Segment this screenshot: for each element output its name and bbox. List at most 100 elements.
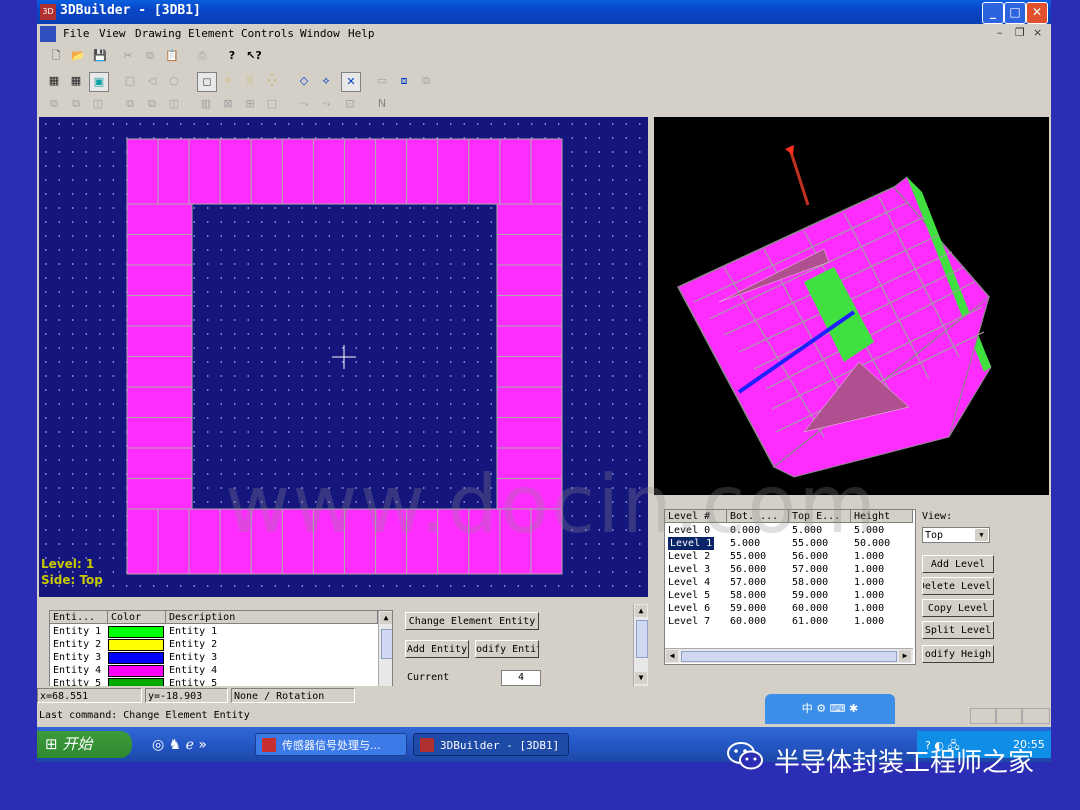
level-bottom[interactable]: 59.000 (730, 602, 766, 615)
top-row-tile[interactable] (188, 138, 221, 205)
copy-level-button[interactable]: Copy Level (922, 599, 994, 617)
panel-scrollbar[interactable]: ▲ ▼ (633, 604, 648, 686)
modify-height-button[interactable]: odify Heigh (922, 645, 994, 663)
level-top[interactable]: 57.000 (792, 563, 828, 576)
right-column-tile[interactable] (496, 417, 563, 449)
select-icon[interactable]: ◻ (197, 72, 217, 92)
save-icon[interactable]: 💾 (91, 47, 109, 65)
top-row-tile[interactable] (468, 138, 501, 205)
right-column-tile[interactable] (496, 234, 563, 266)
entity-color-swatch[interactable] (108, 652, 164, 664)
left-column-tile[interactable] (126, 203, 193, 235)
split-level-button[interactable]: Split Level (922, 621, 994, 639)
entity-header-name[interactable]: Enti... (50, 611, 108, 624)
add-entity-button[interactable]: Add Entity (405, 640, 469, 658)
level-name[interactable]: Level 7 (668, 615, 710, 628)
top-row-tile[interactable] (437, 138, 470, 205)
level-top[interactable]: 60.000 (792, 602, 828, 615)
panel-scroll-down-icon[interactable]: ▼ (635, 672, 647, 684)
rect-icon[interactable]: □ (121, 72, 139, 90)
level-top[interactable]: 59.000 (792, 589, 828, 602)
task-button-document[interactable]: 传感器信号处理与... (255, 733, 407, 756)
panel-scroll-up-icon[interactable]: ▲ (635, 605, 647, 617)
edit-j-icon[interactable]: ▢ (263, 95, 281, 113)
right-column-tile[interactable] (496, 295, 563, 327)
edit-f-icon[interactable]: ◫ (165, 95, 183, 113)
view-select[interactable]: Top ▼ (922, 527, 990, 543)
snap-icon[interactable]: ⁙ (241, 72, 259, 90)
entity-name[interactable]: Entity 1 (53, 625, 101, 638)
edit-k-icon[interactable]: ⤳ (295, 95, 313, 113)
entity-name[interactable]: Entity 4 (53, 664, 101, 677)
entity-color-swatch[interactable] (108, 665, 164, 677)
menu-file[interactable]: File (63, 27, 90, 40)
level-height[interactable]: 1.000 (854, 576, 884, 589)
level-bottom[interactable]: 58.000 (730, 589, 766, 602)
left-column-tile[interactable] (126, 234, 193, 266)
top-row-tile[interactable] (499, 138, 532, 205)
3d-view[interactable] (654, 117, 1049, 495)
cut-icon[interactable]: ✂ (119, 47, 137, 65)
edit-b-icon[interactable]: ⧉ (67, 95, 85, 113)
entity-header-description[interactable]: Description (166, 611, 378, 624)
paste-icon[interactable]: 📋 (163, 47, 181, 65)
cross-icon[interactable]: ✕ (341, 72, 361, 92)
right-column-tile[interactable] (496, 356, 563, 388)
edit-i-icon[interactable]: ⊞ (241, 95, 259, 113)
level-name[interactable]: Level 5 (668, 589, 710, 602)
level-top[interactable]: 61.000 (792, 615, 828, 628)
edit-m-icon[interactable]: ⊡ (341, 95, 359, 113)
scroll-left-icon[interactable]: ◀ (666, 650, 678, 662)
mdi-minimize-button[interactable]: – (997, 26, 1003, 39)
grid-icon[interactable]: ▦ (45, 72, 63, 90)
move-icon[interactable]: ◇ (295, 72, 313, 90)
doc-icon[interactable] (40, 26, 56, 42)
entity-description[interactable]: Entity 2 (169, 638, 217, 651)
scroll-right-icon[interactable]: ▶ (899, 650, 911, 662)
entity-description[interactable]: Entity 3 (169, 651, 217, 664)
entity-color-swatch[interactable] (108, 639, 164, 651)
mdi-close-button[interactable]: × (1033, 26, 1042, 39)
entity-description[interactable]: Entity 4 (169, 664, 217, 677)
circle-icon[interactable]: ○ (165, 72, 183, 90)
level-bottom[interactable]: 55.000 (730, 550, 766, 563)
top-row-tile[interactable] (375, 138, 408, 205)
entity-header-color[interactable]: Color (108, 611, 166, 624)
copy-icon[interactable]: ⧉ (141, 47, 159, 65)
open-icon[interactable]: 📂 (69, 47, 87, 65)
maximize-button[interactable]: □ (1004, 2, 1026, 24)
level-height[interactable]: 1.000 (854, 550, 884, 563)
point-icon[interactable]: ⁘ (219, 72, 237, 90)
scroll-up-icon[interactable]: ▲ (380, 612, 392, 624)
levels-hscrollbar[interactable]: ◀ ▶ (665, 648, 913, 663)
quick-launch-icons[interactable]: ◎ ♞ ℯ » (152, 737, 207, 753)
level-top[interactable]: 58.000 (792, 576, 828, 589)
bottom-row-tile[interactable] (188, 508, 221, 575)
levels-scroll-thumb[interactable] (681, 651, 897, 662)
edit-d-icon[interactable]: ⧉ (121, 95, 139, 113)
right-column-tile[interactable] (496, 203, 563, 235)
level-name[interactable]: Level 4 (668, 576, 710, 589)
level-name[interactable]: Level 6 (668, 602, 710, 615)
menu-drawing[interactable]: Drawing (135, 27, 181, 40)
entity-color-swatch[interactable] (108, 626, 164, 638)
left-column-tile[interactable] (126, 356, 193, 388)
menu-element[interactable]: Element (188, 27, 234, 40)
entity-list[interactable]: Enti... Color Description Entity 1 Entity… (49, 610, 393, 688)
level-top[interactable]: 56.000 (792, 550, 828, 563)
shape-icon[interactable]: ◁ (143, 72, 161, 90)
level-height[interactable]: 1.000 (854, 563, 884, 576)
edit-a-icon[interactable]: ⧉ (45, 95, 63, 113)
new-icon[interactable]: 🗋 (47, 47, 65, 65)
level-height[interactable]: 1.000 (854, 615, 884, 628)
delete-level-button[interactable]: Delete Level (922, 577, 994, 595)
entity-name[interactable]: Entity 3 (53, 651, 101, 664)
right-column-tile[interactable] (496, 386, 563, 418)
top-row-tile[interactable] (312, 138, 345, 205)
view-icon[interactable]: ⧉ (417, 72, 435, 90)
level-bottom[interactable]: 57.000 (730, 576, 766, 589)
left-column-tile[interactable] (126, 478, 193, 510)
left-column-tile[interactable] (126, 325, 193, 357)
right-column-tile[interactable] (496, 325, 563, 357)
mdi-restore-button[interactable]: ❐ (1015, 26, 1025, 39)
